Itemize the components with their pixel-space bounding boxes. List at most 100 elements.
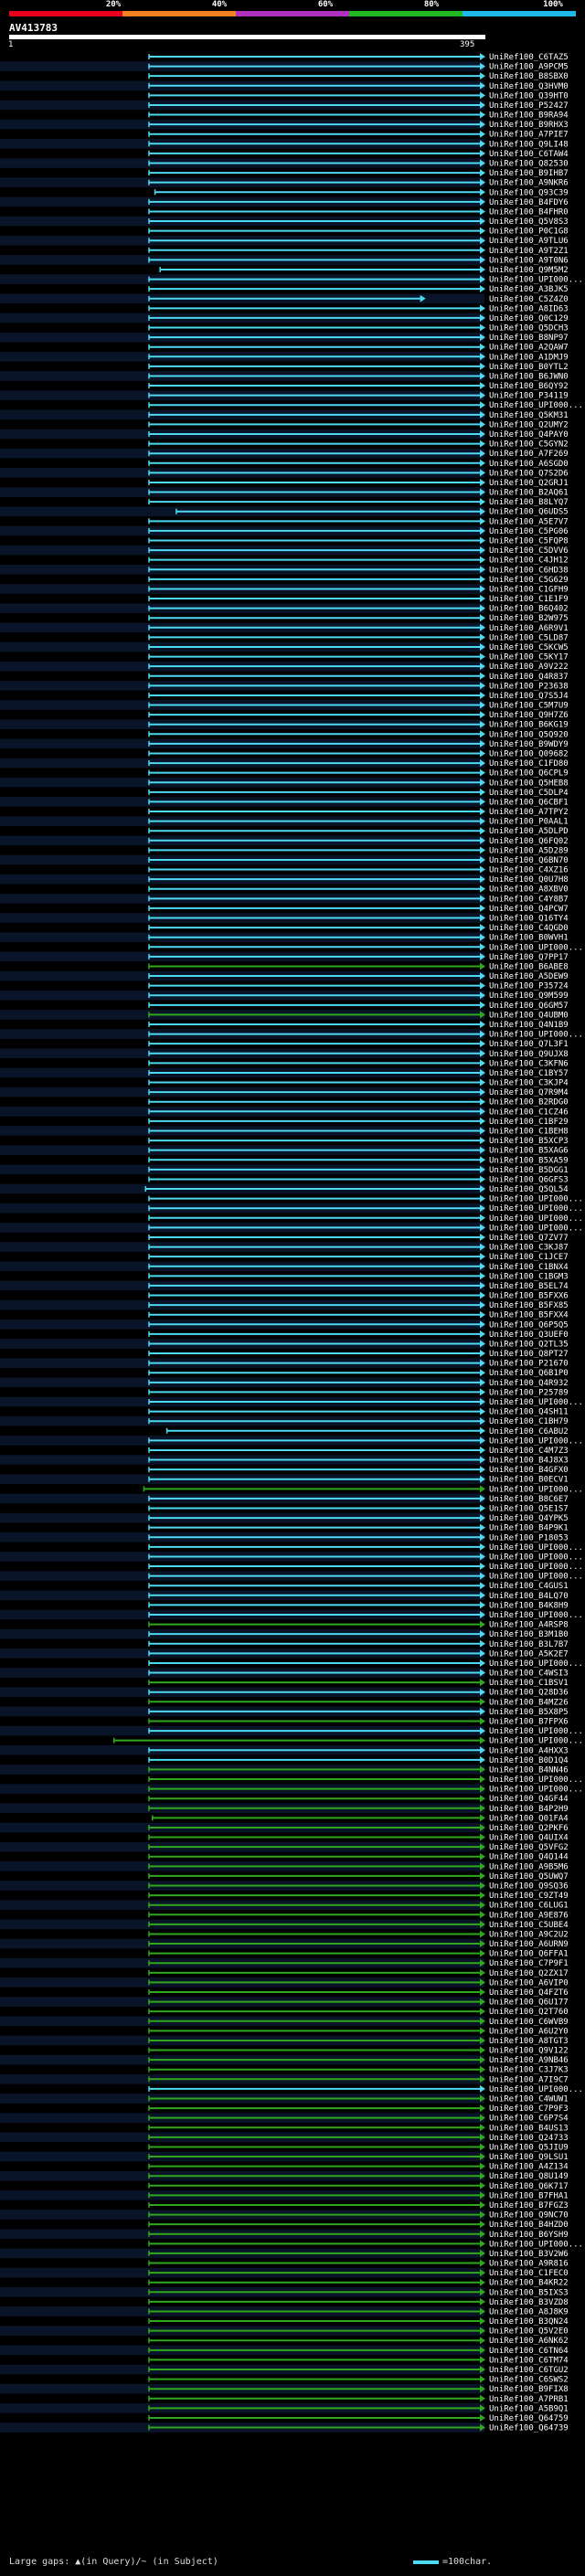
hit-label-link[interactable]: UniRef100_Q2ZX17 [489, 1969, 569, 1978]
hit-label-link[interactable]: UniRef100_B7FPX6 [489, 1717, 569, 1726]
hit-label-link[interactable]: UniRef100_B6JWN0 [489, 372, 569, 381]
hit-label-link[interactable]: UniRef100_Q4UBM0 [489, 1011, 569, 1020]
hit-label-link[interactable]: UniRef100_A6R9V1 [489, 624, 569, 633]
hit-label-link[interactable]: UniRef100_Q24733 [489, 2134, 569, 2143]
hit-label-link[interactable]: UniRef100_A9V222 [489, 663, 569, 672]
hit-label-link[interactable]: UniRef100_Q0C129 [489, 314, 569, 323]
hit-label-link[interactable]: UniRef100_C1BF29 [489, 1118, 569, 1127]
hit-label-link[interactable]: UniRef100_P34119 [489, 392, 569, 401]
hit-label-link[interactable]: UniRef100_B8C6E7 [489, 1495, 569, 1504]
hit-label-link[interactable]: UniRef100_C4GUS1 [489, 1582, 569, 1591]
hit-label-link[interactable]: UniRef100_Q9NC70 [489, 2211, 569, 2221]
hit-label-link[interactable]: UniRef100_B4US13 [489, 2124, 569, 2133]
hit-label-link[interactable]: UniRef100_UPI000... [489, 1214, 583, 1224]
hit-label-link[interactable]: UniRef100_Q2PKF6 [489, 1824, 569, 1833]
hit-label-link[interactable]: UniRef100_A4Z134 [489, 2163, 569, 2172]
hit-label-link[interactable]: UniRef100_A9B5M6 [489, 1862, 569, 1871]
hit-label-link[interactable]: UniRef100_C5PG06 [489, 527, 569, 536]
hit-label-link[interactable]: UniRef100_C1BNX4 [489, 1263, 569, 1272]
hit-label-link[interactable]: UniRef100_B7FHA1 [489, 2191, 569, 2200]
hit-label-link[interactable]: UniRef100_C7P9F1 [489, 1959, 569, 1968]
hit-label-link[interactable]: UniRef100_Q64739 [489, 2424, 569, 2433]
hit-label-link[interactable]: UniRef100_Q5E1S7 [489, 1505, 569, 1514]
hit-label-link[interactable]: UniRef100_B4LQ70 [489, 1592, 569, 1601]
hit-label-link[interactable]: UniRef100_C6TAZ5 [489, 53, 569, 62]
hit-label-link[interactable]: UniRef100_Q3UEF0 [489, 1330, 569, 1340]
hit-label-link[interactable]: UniRef100_Q5JIU9 [489, 2143, 569, 2152]
hit-label-link[interactable]: UniRef100_C5M7U9 [489, 702, 569, 711]
hit-label-link[interactable]: UniRef100_B0ECV1 [489, 1476, 569, 1485]
hit-label-link[interactable]: UniRef100_C1BY57 [489, 1069, 569, 1078]
hit-label-link[interactable]: UniRef100_Q09682 [489, 749, 569, 758]
hit-label-link[interactable]: UniRef100_A7F269 [489, 450, 569, 459]
hit-label-link[interactable]: UniRef100_Q9UJX8 [489, 1050, 569, 1059]
hit-label-link[interactable]: UniRef100_C1BSV1 [489, 1679, 569, 1688]
hit-label-link[interactable]: UniRef100_A6NK62 [489, 2337, 569, 2346]
hit-label-link[interactable]: UniRef100_Q5Q920 [489, 730, 569, 739]
hit-label-link[interactable]: UniRef100_B5FXX4 [489, 1311, 569, 1320]
hit-label-link[interactable]: UniRef100_UPI000... [489, 1786, 583, 1795]
hit-label-link[interactable]: UniRef100_Q5DCH3 [489, 324, 569, 334]
hit-label-link[interactable]: UniRef100_B4HZD0 [489, 2221, 569, 2230]
hit-label-link[interactable]: UniRef100_C1BH79 [489, 1417, 569, 1426]
hit-label-link[interactable]: UniRef100_A9T2Z1 [489, 247, 569, 256]
hit-label-link[interactable]: UniRef100_B2RDG0 [489, 1098, 569, 1108]
hit-label-link[interactable]: UniRef100_Q16TY4 [489, 915, 569, 924]
hit-label-link[interactable]: UniRef100_A8J8K9 [489, 2307, 569, 2316]
hit-label-link[interactable]: UniRef100_C1JCE7 [489, 1253, 569, 1262]
hit-label-link[interactable]: UniRef100_Q28D36 [489, 1689, 569, 1698]
hit-label-link[interactable]: UniRef100_C6LUG1 [489, 1902, 569, 1911]
hit-label-link[interactable]: UniRef100_Q6FQ02 [489, 837, 569, 846]
hit-label-link[interactable]: UniRef100_A4RSP8 [489, 1621, 569, 1630]
hit-label-link[interactable]: UniRef100_UPI000... [489, 1727, 583, 1736]
hit-label-link[interactable]: UniRef100_UPI000... [489, 1563, 583, 1572]
hit-label-link[interactable]: UniRef100_A2QAW7 [489, 344, 569, 353]
hit-label-link[interactable]: UniRef100_C3J7K3 [489, 2066, 569, 2075]
hit-label-link[interactable]: UniRef100_B7FGZ3 [489, 2201, 569, 2210]
hit-label-link[interactable]: UniRef100_P23638 [489, 682, 569, 691]
hit-label-link[interactable]: UniRef100_B4FHR0 [489, 207, 569, 217]
hit-label-link[interactable]: UniRef100_Q7S2D6 [489, 469, 569, 478]
hit-label-link[interactable]: UniRef100_B6KG19 [489, 721, 569, 730]
hit-label-link[interactable]: UniRef100_Q7ZV77 [489, 1234, 569, 1243]
hit-label-link[interactable]: UniRef100_Q4UIX4 [489, 1834, 569, 1843]
hit-label-link[interactable]: UniRef100_Q5VFG2 [489, 1843, 569, 1852]
hit-label-link[interactable]: UniRef100_UPI000... [489, 1224, 583, 1233]
hit-label-link[interactable]: UniRef100_A8XBV0 [489, 885, 569, 895]
hit-label-link[interactable]: UniRef100_Q5KM31 [489, 411, 569, 420]
hit-label-link[interactable]: UniRef100_Q4FZT6 [489, 1988, 569, 1998]
hit-label-link[interactable]: UniRef100_A6SGD0 [489, 460, 569, 469]
hit-label-link[interactable]: UniRef100_Q0U7H8 [489, 875, 569, 885]
hit-label-link[interactable]: UniRef100_P21670 [489, 1360, 569, 1369]
hit-label-link[interactable]: UniRef100_Q6BN70 [489, 856, 569, 865]
hit-label-link[interactable]: UniRef100_UPI000... [489, 1611, 583, 1620]
hit-label-link[interactable]: UniRef100_B5EL74 [489, 1282, 569, 1291]
hit-label-link[interactable]: UniRef100_Q6FFA1 [489, 1950, 569, 1959]
hit-label-link[interactable]: UniRef100_UPI000... [489, 1573, 583, 1582]
hit-label-link[interactable]: UniRef100_C6TM74 [489, 2356, 569, 2365]
hit-label-link[interactable]: UniRef100_Q5QL54 [489, 1185, 569, 1194]
hit-label-link[interactable]: UniRef100_C6WVB9 [489, 2018, 569, 2027]
hit-label-link[interactable]: UniRef100_B4K8H9 [489, 1601, 569, 1610]
hit-label-link[interactable]: UniRef100_UPI000... [489, 1776, 583, 1785]
hit-label-link[interactable]: UniRef100_P18053 [489, 1533, 569, 1542]
hit-label-link[interactable]: UniRef100_UPI000... [489, 2085, 583, 2094]
hit-label-link[interactable]: UniRef100_C6SWS2 [489, 2376, 569, 2385]
hit-label-link[interactable]: UniRef100_B5XCP3 [489, 1137, 569, 1146]
hit-label-link[interactable]: UniRef100_A5K2E7 [489, 1649, 569, 1659]
hit-label-link[interactable]: UniRef100_C6ABU2 [489, 1427, 569, 1436]
hit-label-link[interactable]: UniRef100_B4P9K1 [489, 1524, 569, 1533]
hit-label-link[interactable]: UniRef100_UPI000... [489, 1398, 583, 1407]
hit-label-link[interactable]: UniRef100_UPI000... [489, 1195, 583, 1204]
hit-label-link[interactable]: UniRef100_C4WSI3 [489, 1670, 569, 1679]
hit-label-link[interactable]: UniRef100_C5FQP8 [489, 537, 569, 546]
hit-label-link[interactable]: UniRef100_C1E1F9 [489, 595, 569, 604]
hit-label-link[interactable]: UniRef100_UPI000... [489, 943, 583, 952]
hit-label-link[interactable]: UniRef100_B4FDY6 [489, 198, 569, 207]
hit-label-link[interactable]: UniRef100_Q82530 [489, 159, 569, 168]
hit-label-link[interactable]: UniRef100_Q2TL35 [489, 1340, 569, 1349]
hit-label-link[interactable]: UniRef100_B5XAG6 [489, 1147, 569, 1156]
hit-label-link[interactable]: UniRef100_B6QY92 [489, 382, 569, 391]
hit-label-link[interactable]: UniRef100_A9NKR6 [489, 179, 569, 188]
hit-label-link[interactable]: UniRef100_UPI000... [489, 1031, 583, 1040]
